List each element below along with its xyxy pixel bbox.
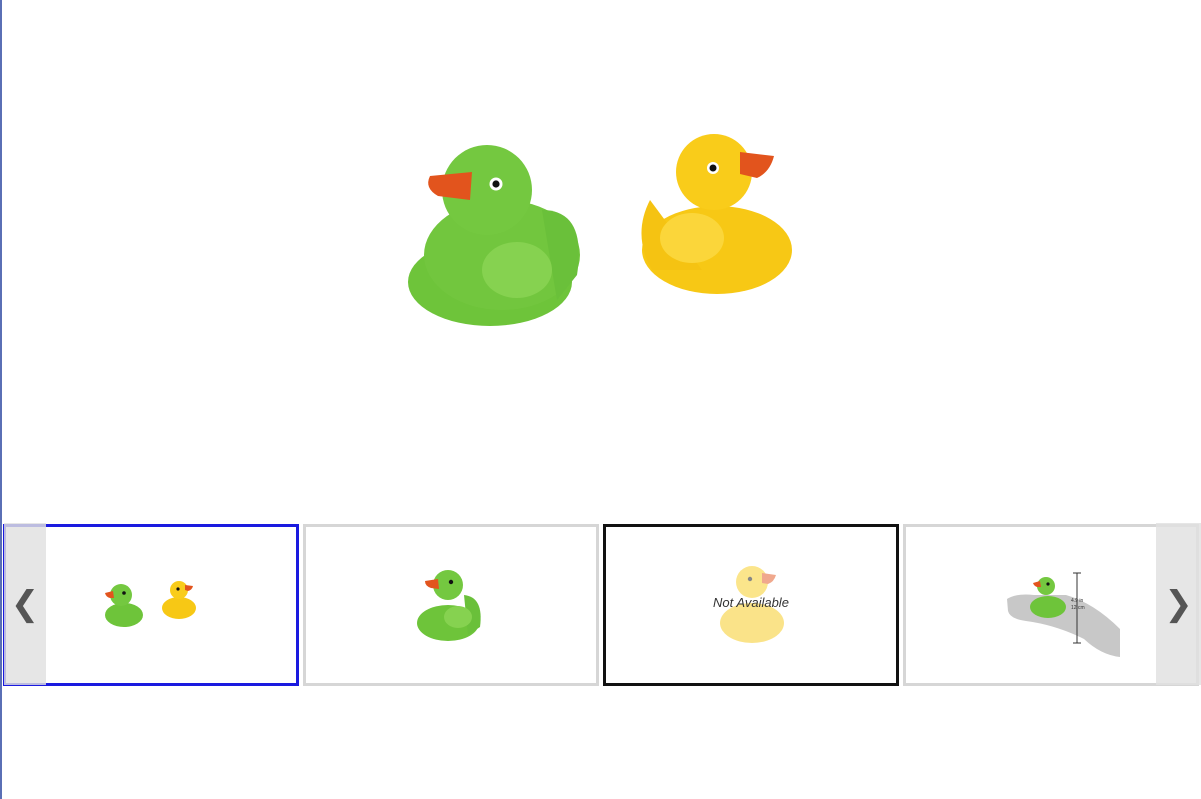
not-available-label: Not Available [713, 595, 789, 610]
thumbnail-two-ducks[interactable] [3, 524, 299, 686]
main-product-image[interactable] [2, 0, 1201, 520]
size-cm-label: 12 cm [1071, 605, 1085, 611]
thumbnail-green-duck[interactable] [303, 524, 599, 686]
duck-in-hand-icon: 4.9 in 12 cm [1007, 572, 1120, 657]
green-duck-icon [417, 570, 481, 641]
rubber-ducks-icon [408, 134, 792, 326]
chevron-right-icon: ❯ [1164, 584, 1193, 624]
yellow-duck-icon [641, 134, 792, 294]
green-duck-icon [408, 145, 580, 326]
previous-arrow-button[interactable]: ❮ [4, 523, 46, 685]
next-arrow-button[interactable]: ❯ [1156, 523, 1201, 685]
two-ducks-icon [105, 581, 196, 627]
size-inches-label: 4.9 in [1071, 598, 1083, 604]
thumbnail-size-guide[interactable]: 4.9 in 12 cm [903, 524, 1199, 686]
chevron-left-icon: ❮ [10, 584, 40, 624]
thumbnail-not-available[interactable]: Not Available [603, 524, 899, 686]
